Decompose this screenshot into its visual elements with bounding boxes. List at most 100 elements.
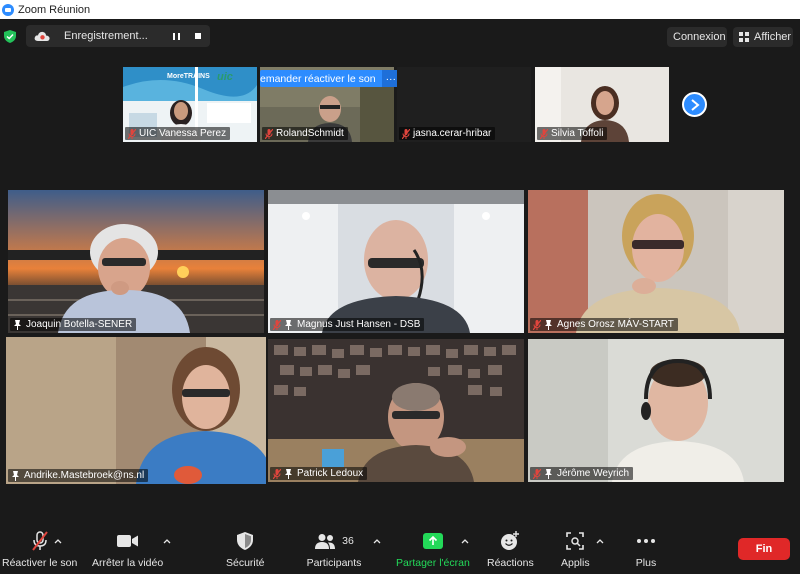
pin-icon: [545, 468, 552, 479]
tile-patrick-ledoux[interactable]: Patrick Ledoux: [268, 339, 524, 482]
reactions-label: Réactions: [487, 557, 534, 569]
reactions-button[interactable]: Réactions: [487, 530, 534, 569]
recording-indicator: Enregistrement...: [26, 25, 210, 47]
more-label: Plus: [635, 557, 657, 569]
zoom-logo-icon: [2, 3, 14, 16]
more-button[interactable]: Plus: [634, 530, 658, 569]
unmute-label: Réactiver le son: [2, 557, 78, 569]
tile-magnus-just-hansen[interactable]: Magnus Just Hansen - DSB: [268, 190, 524, 333]
pause-icon: [172, 32, 180, 40]
participant-name: Silvia Toffoli: [551, 128, 604, 139]
participant-name-bar: UIC Vanessa Perez: [125, 127, 231, 140]
participant-name-bar: Joaquin Botella-SENER: [10, 318, 137, 331]
tile-joaquin-botella[interactable]: Joaquin Botella-SENER: [8, 190, 264, 333]
participant-name: UIC Vanessa Perez: [139, 128, 227, 139]
apps-button[interactable]: Applis: [561, 530, 590, 569]
chevron-up-icon[interactable]: [54, 538, 62, 544]
pin-icon: [545, 319, 552, 330]
participants-button[interactable]: 36 Participants: [306, 530, 362, 569]
strip-tile-vanessa-perez[interactable]: MoreTRAINS uic UIC Vanessa Perez: [123, 67, 257, 142]
muted-mic-icon: [540, 128, 548, 139]
participant-name: Joaquin Botella-SENER: [26, 319, 133, 330]
pin-icon: [12, 470, 19, 481]
security-label: Sécurité: [226, 557, 265, 569]
muted-mic-icon: [128, 128, 136, 139]
stop-recording-button[interactable]: [188, 28, 208, 44]
smiley-icon: [498, 530, 522, 552]
cloud-recording-icon: [34, 31, 50, 41]
participant-name: jasna.cerar-hribar: [413, 128, 492, 139]
participant-name: RolandSchmidt: [276, 128, 344, 139]
participants-icon: 36: [306, 530, 362, 552]
tile-andrike-mastebroek[interactable]: Andrike.Mastebroek@ns.nl: [6, 337, 266, 484]
pin-icon: [285, 468, 292, 479]
chevron-right-icon: [690, 98, 700, 111]
participant-name-bar: Patrick Ledoux: [270, 467, 368, 480]
chevron-up-icon[interactable]: [596, 538, 604, 544]
participant-name: Andrike.Mastebroek@ns.nl: [24, 470, 145, 481]
share-screen-icon: [421, 530, 445, 552]
end-meeting-label: Fin: [755, 543, 773, 555]
ask-to-unmute-button[interactable]: emander réactiver le son ···: [260, 70, 405, 87]
ask-to-unmute-label: emander réactiver le son: [260, 72, 376, 85]
more-dots-icon: [634, 530, 658, 552]
strip-tile-silvia-toffoli[interactable]: Silvia Toffoli: [535, 67, 669, 142]
participant-name: Agnes Orosz MÁV-START: [557, 319, 674, 330]
connexion-button[interactable]: Connexion: [667, 27, 727, 47]
participant-name-bar: Jérôme Weyrich: [530, 467, 634, 480]
window-title: Zoom Réunion: [18, 3, 91, 16]
stop-icon: [195, 33, 201, 39]
share-screen-button[interactable]: Partager l'écran: [396, 530, 470, 569]
muted-mic-icon: [402, 128, 410, 139]
muted-mic-icon: [265, 128, 273, 139]
chevron-up-icon[interactable]: [461, 538, 469, 544]
unmute-button[interactable]: Réactiver le son: [2, 530, 77, 569]
participants-label: Participants: [306, 557, 362, 569]
stop-video-button[interactable]: Arrêter la vidéo: [92, 530, 163, 569]
participant-name-bar: Silvia Toffoli: [537, 127, 608, 140]
participant-video: [268, 339, 524, 482]
grid-view-icon: [739, 32, 749, 42]
view-button[interactable]: Afficher: [733, 27, 793, 47]
participant-name-bar: jasna.cerar-hribar: [399, 127, 496, 140]
participant-name-bar: Andrike.Mastebroek@ns.nl: [8, 469, 149, 482]
apps-icon: [563, 530, 587, 552]
participant-video: [528, 190, 784, 333]
participant-name-bar: Magnus Just Hansen - DSB: [270, 318, 425, 331]
video-camera-icon: [116, 530, 140, 552]
participant-video: [6, 337, 266, 484]
next-page-button[interactable]: [682, 92, 707, 117]
pause-recording-button[interactable]: [166, 28, 186, 44]
tile-jerome-weyrich[interactable]: Jérôme Weyrich: [528, 339, 784, 482]
encryption-shield-icon[interactable]: [4, 30, 16, 43]
participant-name: Patrick Ledoux: [297, 468, 364, 479]
recording-label: Enregistrement...: [64, 30, 148, 42]
participant-name: Magnus Just Hansen - DSB: [297, 319, 421, 330]
security-button[interactable]: Sécurité: [226, 530, 265, 569]
share-screen-label: Partager l'écran: [396, 557, 470, 569]
chevron-up-icon[interactable]: [163, 538, 171, 544]
pin-icon: [14, 319, 21, 330]
moretrains-logo-text: MoreTRAINS: [167, 73, 210, 80]
participant-video: [528, 339, 784, 482]
security-shield-icon: [233, 530, 257, 552]
stop-video-label: Arrêter la vidéo: [92, 557, 164, 569]
participant-name: Jérôme Weyrich: [557, 468, 630, 479]
chevron-up-icon[interactable]: [373, 538, 381, 544]
muted-mic-icon: [533, 319, 541, 330]
muted-microphone-icon: [28, 530, 52, 552]
window-title-bar: Zoom Réunion: [0, 0, 800, 19]
participants-count: 36: [342, 535, 354, 547]
tile-agnes-orosz[interactable]: Agnes Orosz MÁV-START: [528, 190, 784, 333]
strip-tile-jasna-cerar-hribar[interactable]: jasna.cerar-hribar: [397, 67, 531, 142]
participant-name-bar: Agnes Orosz MÁV-START: [530, 318, 678, 331]
view-label: Afficher: [754, 31, 792, 43]
pin-icon: [285, 319, 292, 330]
end-meeting-button[interactable]: Fin: [738, 538, 790, 560]
apps-label: Applis: [561, 557, 590, 569]
participant-video: [8, 190, 264, 333]
muted-mic-icon: [273, 468, 281, 479]
uic-logo-text: uic: [217, 71, 233, 83]
muted-mic-icon: [533, 468, 541, 479]
participant-name-bar: RolandSchmidt: [262, 127, 348, 140]
